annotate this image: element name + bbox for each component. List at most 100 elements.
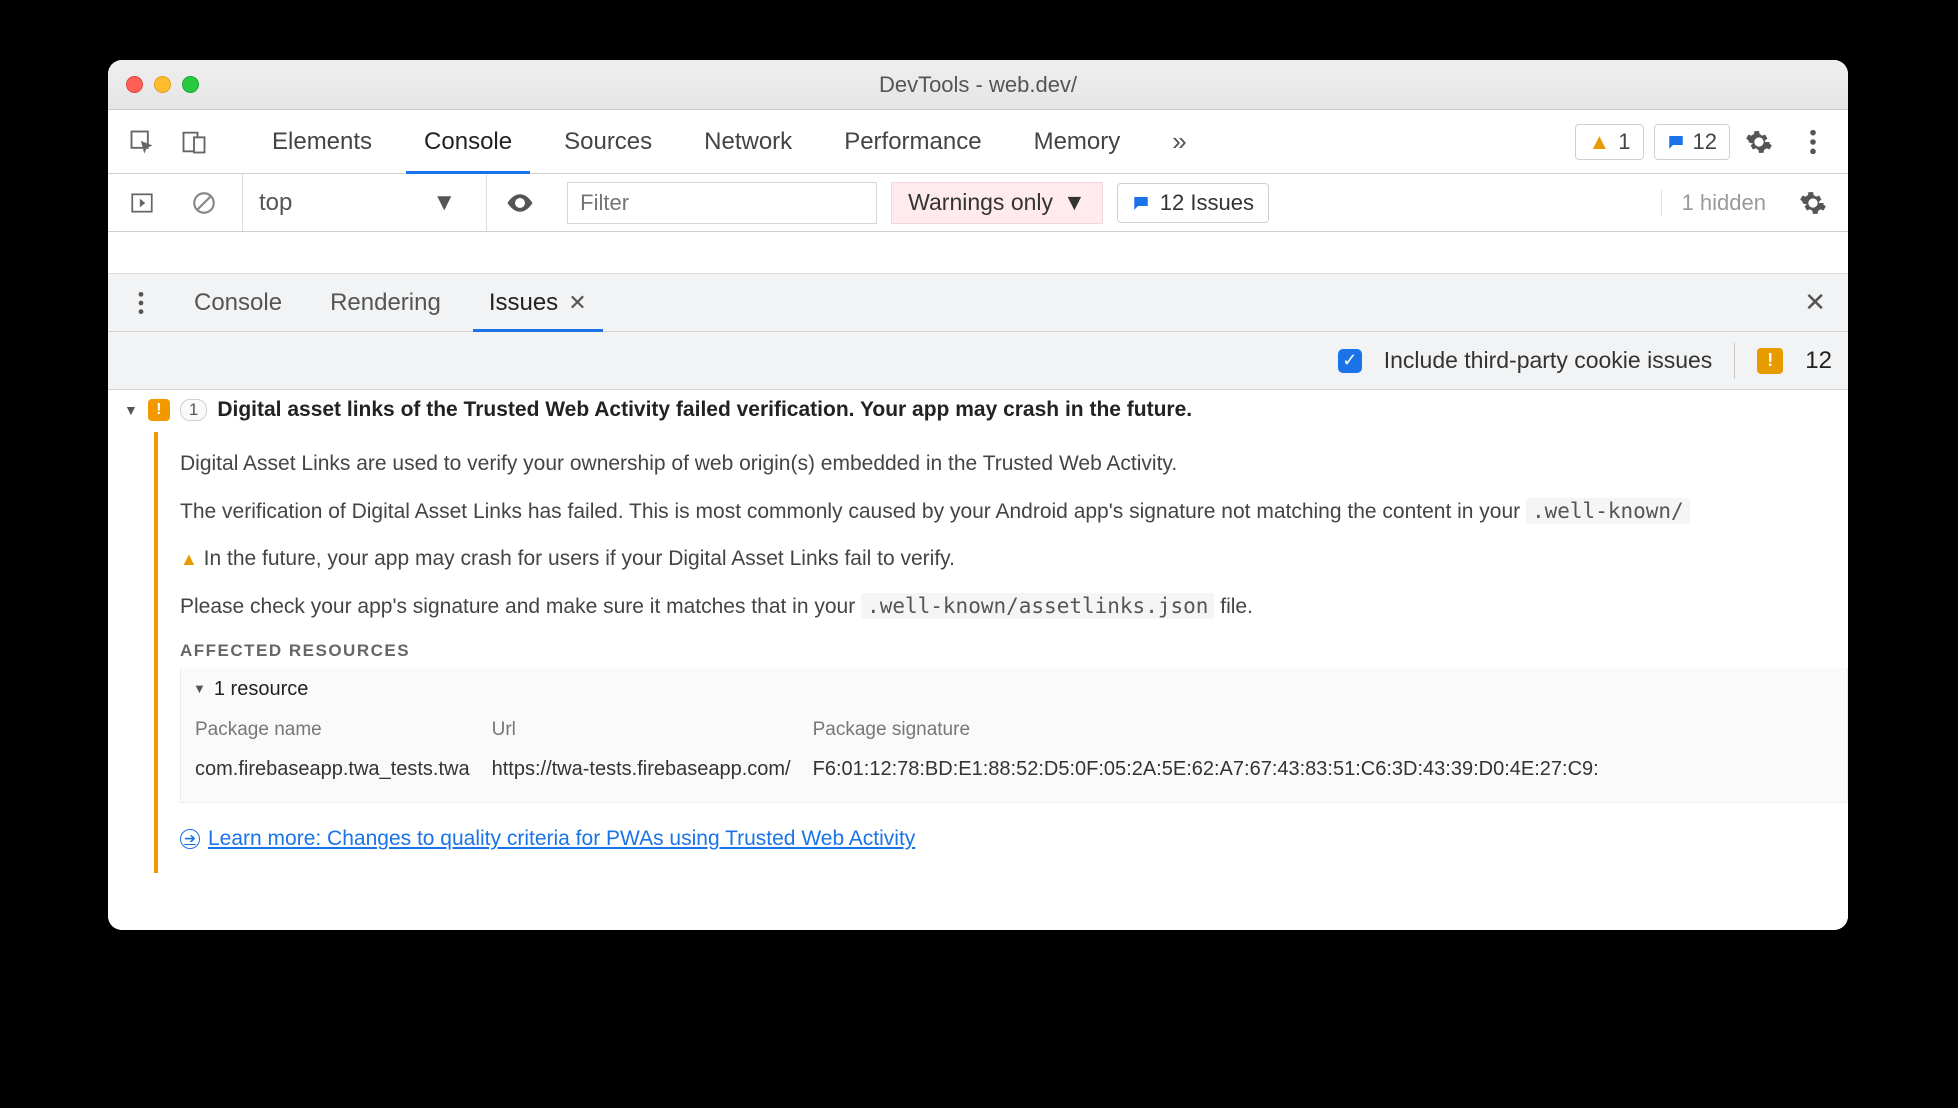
tab-label: Console — [424, 128, 512, 156]
drawer-tab-rendering[interactable]: Rendering — [308, 274, 463, 331]
include-third-party-label: Include third-party cookie issues — [1384, 347, 1713, 374]
tab-elements[interactable]: Elements — [246, 110, 398, 173]
close-tab-icon[interactable]: ✕ — [568, 290, 586, 316]
drawer-tabs: Console Rendering Issues ✕ ✕ — [108, 274, 1848, 332]
tab-console[interactable]: Console — [398, 110, 538, 173]
issue-text: Please check your app's signature and ma… — [180, 595, 861, 618]
tabs-overflow[interactable]: » — [1146, 110, 1212, 173]
main-tabs: Elements Console Sources Network Perform… — [246, 110, 1571, 173]
window-titlebar: DevTools - web.dev/ — [108, 60, 1848, 110]
console-filter-toolbar: top ▼ Warnings only ▼ 12 Issues 1 hidden — [108, 174, 1848, 232]
issue-text: The verification of Digital Asset Links … — [180, 500, 1526, 523]
code-path: .well-known/ — [1526, 498, 1690, 524]
tab-memory[interactable]: Memory — [1008, 110, 1147, 173]
resource-toggle[interactable]: ▼ 1 resource — [193, 674, 1835, 704]
tab-label: Sources — [564, 128, 652, 156]
disclosure-triangle-icon: ▼ — [193, 679, 206, 699]
inspect-element-icon[interactable] — [124, 124, 160, 160]
drawer-tab-label: Console — [194, 289, 282, 317]
issue-badge-icon: ! — [1757, 348, 1783, 374]
minimize-window-button[interactable] — [154, 76, 171, 93]
code-path: .well-known/assetlinks.json — [861, 593, 1214, 619]
drawer-tab-label: Rendering — [330, 289, 441, 317]
affected-resources-heading: AFFECTED RESOURCES — [180, 638, 1848, 664]
issue-text: In the future, your app may crash for us… — [204, 547, 955, 570]
issue-paragraph: ▲ In the future, your app may crash for … — [180, 543, 1848, 575]
tab-sources[interactable]: Sources — [538, 110, 678, 173]
zoom-window-button[interactable] — [182, 76, 199, 93]
clear-console-icon[interactable] — [186, 185, 222, 221]
messages-count: 12 — [1693, 129, 1717, 155]
filter-input[interactable] — [567, 182, 877, 224]
affected-resources-block: ▼ 1 resource Package name Url Package si… — [180, 668, 1848, 804]
learn-more-link[interactable]: ➔ Learn more: Changes to quality criteri… — [180, 823, 1848, 855]
warning-triangle-icon: ▲ — [180, 549, 198, 569]
issue-severity-icon: ! — [148, 399, 170, 421]
cell-package-name: com.firebaseapp.twa_tests.twa — [195, 750, 490, 788]
toggle-sidebar-icon[interactable] — [124, 185, 160, 221]
issue-title: Digital asset links of the Trusted Web A… — [217, 398, 1192, 422]
disclosure-triangle-icon[interactable]: ▼ — [124, 402, 138, 418]
total-issue-count: 12 — [1805, 347, 1832, 375]
device-toggle-icon[interactable] — [176, 124, 212, 160]
more-menu-icon[interactable] — [1796, 125, 1830, 159]
settings-gear-icon[interactable] — [1742, 125, 1776, 159]
col-url: Url — [492, 712, 811, 749]
drawer-tab-issues[interactable]: Issues ✕ — [467, 274, 609, 331]
cell-signature: F6:01:12:78:BD:E1:88:52:D5:0F:05:2A:5E:6… — [813, 750, 1619, 788]
table-row: com.firebaseapp.twa_tests.twa https://tw… — [195, 750, 1619, 788]
warning-triangle-icon: ▲ — [1588, 129, 1610, 155]
table-header-row: Package name Url Package signature — [195, 712, 1619, 749]
col-package-name: Package name — [195, 712, 490, 749]
issue-paragraph: Digital Asset Links are used to verify y… — [180, 448, 1848, 480]
resource-toggle-label: 1 resource — [214, 674, 309, 704]
message-icon — [1667, 133, 1685, 151]
include-third-party-checkbox[interactable]: ✓ — [1338, 349, 1362, 373]
status-chips: ▲ 1 12 — [1575, 124, 1730, 160]
issues-toolbar: ✓ Include third-party cookie issues ! 12 — [108, 332, 1848, 390]
learn-more-text: Learn more: Changes to quality criteria … — [208, 823, 915, 855]
message-icon — [1132, 194, 1150, 212]
drawer-tab-console[interactable]: Console — [172, 274, 304, 331]
console-output-empty — [108, 232, 1848, 274]
live-expression-icon[interactable] — [486, 174, 553, 231]
issue-body: Digital Asset Links are used to verify y… — [154, 432, 1848, 873]
issue-text: file. — [1214, 595, 1253, 618]
chevron-down-icon: ▼ — [1063, 189, 1086, 216]
chevron-down-icon: ▼ — [432, 189, 456, 217]
separator — [1734, 343, 1735, 379]
issue-header[interactable]: ▼ ! 1 Digital asset links of the Trusted… — [124, 398, 1848, 422]
messages-chip[interactable]: 12 — [1654, 124, 1730, 160]
hidden-count[interactable]: 1 hidden — [1661, 190, 1766, 216]
chevrons-icon: » — [1172, 126, 1186, 157]
col-package-signature: Package signature — [813, 712, 1619, 749]
tab-network[interactable]: Network — [678, 110, 818, 173]
issue-occurrence-count: 1 — [180, 399, 207, 421]
devtools-window: DevTools - web.dev/ Elements Console Sou… — [108, 60, 1848, 930]
issue-paragraph: The verification of Digital Asset Links … — [180, 496, 1848, 528]
close-drawer-icon[interactable]: ✕ — [1794, 287, 1836, 318]
tab-label: Network — [704, 128, 792, 156]
context-selector[interactable]: top ▼ — [242, 174, 472, 231]
drawer-tab-label: Issues — [489, 289, 558, 317]
tab-label: Memory — [1034, 128, 1121, 156]
tab-label: Performance — [844, 128, 981, 156]
tab-performance[interactable]: Performance — [818, 110, 1007, 173]
issues-panel: ▼ ! 1 Digital asset links of the Trusted… — [108, 390, 1848, 930]
issues-chip[interactable]: 12 Issues — [1117, 183, 1269, 223]
drawer-more-icon[interactable] — [124, 286, 158, 320]
traffic-lights — [126, 76, 199, 93]
warnings-chip[interactable]: ▲ 1 — [1575, 124, 1643, 160]
log-level-select[interactable]: Warnings only ▼ — [891, 182, 1103, 224]
arrow-circle-icon: ➔ — [180, 829, 200, 849]
console-settings-gear-icon[interactable] — [1796, 186, 1830, 220]
log-level-value: Warnings only — [908, 189, 1053, 216]
window-title: DevTools - web.dev/ — [108, 72, 1848, 98]
issue-item: ▼ ! 1 Digital asset links of the Trusted… — [108, 390, 1848, 873]
issue-paragraph: Please check your app's signature and ma… — [180, 591, 1848, 623]
tab-label: Elements — [272, 128, 372, 156]
context-value: top — [259, 189, 292, 217]
cell-url[interactable]: https://twa-tests.firebaseapp.com/ — [492, 750, 811, 788]
main-toolbar: Elements Console Sources Network Perform… — [108, 110, 1848, 174]
close-window-button[interactable] — [126, 76, 143, 93]
